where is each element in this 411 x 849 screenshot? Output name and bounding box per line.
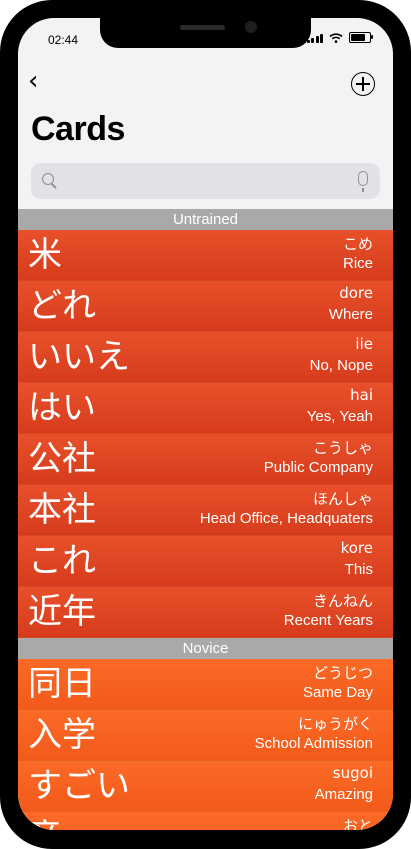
- search-icon: [42, 173, 54, 185]
- card-reading: おと: [342, 817, 373, 830]
- microphone-icon[interactable]: [358, 171, 368, 192]
- card-meaning: Public Company: [263, 459, 373, 476]
- card-row[interactable]: 同日 どうじつ Same Day: [18, 659, 393, 710]
- battery-icon: [349, 32, 373, 43]
- search-bar[interactable]: [31, 163, 380, 201]
- card-row[interactable]: いいえ iie No, Nope: [18, 332, 393, 383]
- card-kanji: 米: [28, 235, 62, 275]
- card-meaning: No, Nope: [309, 357, 373, 374]
- search-input[interactable]: [65, 163, 349, 201]
- card-meaning: Recent Years: [283, 612, 373, 629]
- card-reading: ほんしゃ: [312, 490, 373, 508]
- card-meaning: Rice: [342, 255, 373, 272]
- notch: [100, 18, 311, 48]
- card-meaning: Yes, Yeah: [306, 408, 373, 425]
- status-icons: [306, 32, 373, 43]
- phone-frame: 02:44 ‹ Cards Untrained 米 こめ Rice どれ dor…: [0, 0, 411, 849]
- card-reading: iie: [355, 335, 373, 353]
- card-meaning: School Admission: [254, 735, 373, 752]
- card-row[interactable]: 近年 きんねん Recent Years: [18, 587, 393, 638]
- status-time: 02:44: [48, 33, 79, 47]
- page-title: Cards: [31, 110, 125, 148]
- add-card-button[interactable]: [351, 72, 375, 96]
- card-kanji: はい: [28, 388, 96, 428]
- card-row[interactable]: すごい sugoi Amazing: [18, 761, 393, 812]
- speaker: [180, 25, 225, 30]
- card-kanji: すごい: [28, 766, 130, 806]
- card-meaning: Same Day: [302, 684, 373, 701]
- card-kanji: 入学: [28, 715, 96, 755]
- card-row[interactable]: 入学 にゅうがく School Admission: [18, 710, 393, 761]
- card-row[interactable]: 公社 こうしゃ Public Company: [18, 434, 393, 485]
- camera: [245, 21, 257, 33]
- card-reading: こめ: [342, 235, 373, 253]
- card-kanji: これ: [28, 541, 96, 581]
- card-row[interactable]: どれ dore Where: [18, 281, 393, 332]
- card-row[interactable]: これ kore This: [18, 536, 393, 587]
- card-kanji: いいえ: [28, 337, 130, 377]
- section-header-untrained: Untrained: [18, 209, 393, 230]
- chevron-left-icon[interactable]: ‹: [28, 68, 38, 94]
- card-reading: kore: [340, 539, 373, 557]
- card-reading: こうしゃ: [312, 439, 373, 457]
- card-reading: sugoi: [332, 764, 373, 782]
- card-meaning: Amazing: [314, 786, 373, 803]
- card-kanji: 音: [28, 812, 62, 830]
- card-reading: どうじつ: [312, 664, 373, 682]
- card-row[interactable]: はい hai Yes, Yeah: [18, 383, 393, 434]
- card-kanji: 同日: [28, 664, 96, 704]
- card-reading: にゅうがく: [297, 715, 373, 733]
- wifi-icon: [329, 32, 343, 43]
- card-reading: きんねん: [312, 592, 373, 610]
- card-reading: dore: [339, 284, 373, 302]
- card-row[interactable]: 米 こめ Rice: [18, 230, 393, 281]
- card-row[interactable]: 音 おと: [18, 812, 393, 830]
- card-meaning: This: [344, 561, 373, 578]
- card-meaning: Where: [328, 306, 373, 323]
- nav-bar: ‹: [18, 62, 393, 106]
- app-screen: 02:44 ‹ Cards Untrained 米 こめ Rice どれ dor…: [18, 18, 393, 830]
- card-reading: hai: [350, 386, 373, 404]
- card-kanji: 本社: [28, 490, 96, 530]
- card-kanji: 近年: [28, 592, 96, 632]
- card-kanji: 公社: [28, 439, 96, 479]
- section-header-novice: Novice: [18, 638, 393, 659]
- card-row[interactable]: 本社 ほんしゃ Head Office, Headquaters: [18, 485, 393, 536]
- card-meaning: Head Office, Headquaters: [199, 510, 373, 527]
- card-kanji: どれ: [28, 286, 96, 326]
- card-list: Untrained 米 こめ Rice どれ dore Where いいえ ii…: [18, 209, 393, 830]
